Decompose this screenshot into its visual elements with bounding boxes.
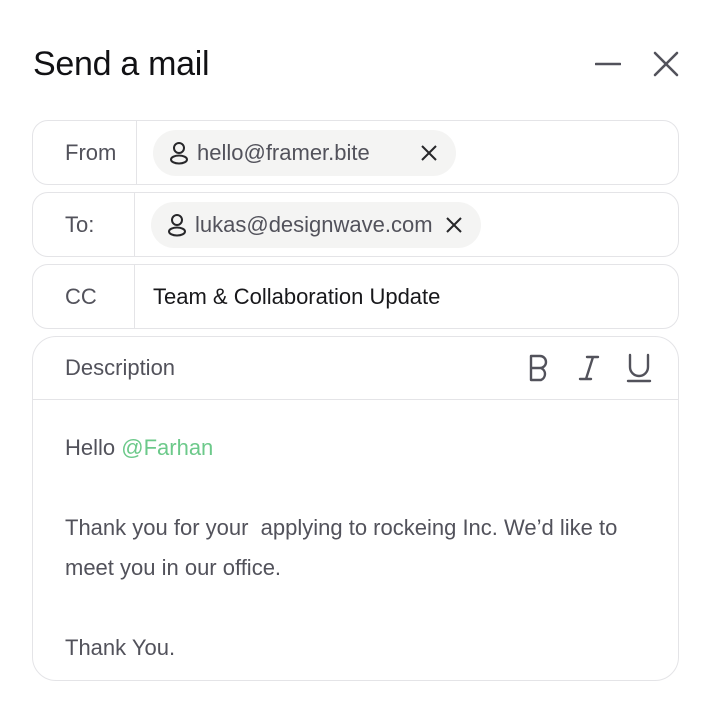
description-body[interactable]: Hello @Farhan Thank you for your applyin…	[33, 400, 678, 668]
from-field: From hello@framer.bite	[32, 120, 679, 185]
close-button[interactable]	[652, 50, 680, 78]
description-header: Description	[33, 337, 678, 400]
remove-to-button[interactable]	[445, 216, 463, 234]
description-label: Description	[65, 355, 176, 380]
bold-button[interactable]	[526, 352, 552, 384]
to-label: To:	[33, 193, 135, 256]
greeting-text: Hello	[65, 435, 122, 460]
remove-from-button[interactable]	[420, 144, 438, 162]
to-value[interactable]: lukas@designwave.com	[135, 193, 678, 256]
underline-icon	[626, 353, 652, 383]
mention-tag[interactable]: @Farhan	[121, 435, 213, 460]
from-email-chip[interactable]: hello@framer.bite	[153, 129, 456, 176]
close-icon	[653, 51, 679, 77]
close-icon	[445, 216, 462, 233]
underline-button[interactable]	[626, 352, 652, 384]
from-label: From	[33, 121, 137, 184]
italic-button[interactable]	[576, 352, 602, 384]
person-icon	[169, 141, 189, 165]
to-email: lukas@designwave.com	[195, 211, 433, 237]
greeting-line: Hello @Farhan	[65, 428, 646, 468]
minimize-button[interactable]	[594, 50, 622, 78]
send-mail-dialog: Send a mail From hello@framer.bite To: l…	[0, 0, 716, 712]
from-email: hello@framer.bite	[197, 139, 370, 165]
format-toolbar	[526, 352, 652, 384]
minimize-icon	[595, 62, 621, 66]
bold-icon	[529, 354, 548, 382]
from-value[interactable]: hello@framer.bite	[137, 121, 678, 184]
header-actions	[594, 50, 680, 78]
body-paragraph: Thank you for your applying to rockeing …	[65, 515, 624, 580]
italic-icon	[578, 355, 600, 381]
person-icon	[167, 213, 187, 237]
cc-input[interactable]: Team & Collaboration Update	[135, 265, 678, 328]
cc-label: CC	[33, 265, 135, 328]
closing-line: Thank You.	[65, 635, 176, 660]
dialog-title: Send a mail	[33, 44, 210, 83]
description-editor: Description Hello @Farhan Thank you for …	[32, 336, 679, 681]
to-email-chip[interactable]: lukas@designwave.com	[151, 201, 481, 248]
cc-value: Team & Collaboration Update	[153, 283, 441, 309]
dialog-header: Send a mail	[33, 40, 680, 88]
cc-field: CC Team & Collaboration Update	[32, 264, 679, 329]
close-icon	[421, 144, 437, 161]
to-field: To: lukas@designwave.com	[32, 192, 679, 257]
